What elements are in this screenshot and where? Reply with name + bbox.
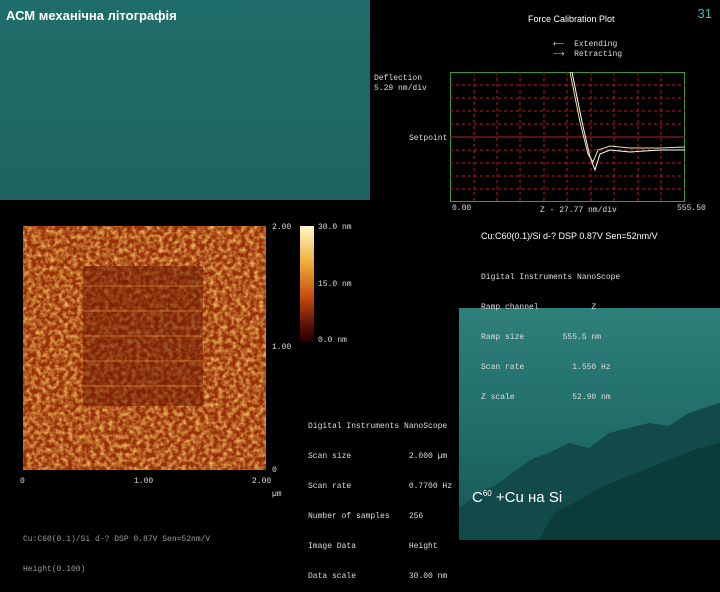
afm-y-tick-top: 2.00	[272, 223, 292, 232]
afm-x-tick-1: 1.00	[134, 477, 154, 486]
force-x-min: 0.00	[452, 204, 472, 213]
afm-caption: Cu:C60(0.1)/Si d-? DSP 0.87V Sen=52nm/V …	[23, 535, 211, 574]
force-plot-title: Force Calibration Plot	[528, 14, 615, 24]
legend-extending: ⟵ Extending	[553, 40, 618, 49]
setpoint-label: Setpoint	[409, 134, 448, 143]
afm-x-unit: µm	[272, 490, 282, 499]
y-label-scale: 5.29 nm/div	[374, 84, 427, 93]
sample-caption: C60 +Cu на Si	[472, 489, 563, 506]
colorbar-tick-top: 30.0 nm	[318, 223, 352, 232]
force-x-label: Z - 27.77 nm/div	[540, 206, 617, 215]
colorbar-tick-mid: 15.0 nm	[318, 280, 352, 289]
afm-y-tick-mid: 1.00	[272, 343, 292, 352]
force-plot-caption: Cu:C60(0.1)/Si d-? DSP 0.87V Sen=52nm/V	[481, 231, 658, 241]
force-x-max: 555.50	[677, 204, 706, 213]
y-label-deflection: Deflection	[374, 74, 423, 83]
force-plot-frame	[450, 72, 685, 202]
colorbar-tick-bottom: 0.0 nm	[318, 336, 347, 345]
teal-panel-top	[0, 0, 370, 200]
afm-x-tick-2: 2.00	[252, 477, 272, 486]
afm-info-block: Digital Instruments NanoScope Scan size …	[308, 422, 453, 581]
afm-y-tick-bottom: 0	[272, 466, 277, 475]
force-info-block: Digital Instruments NanoScope Ramp chann…	[481, 273, 621, 402]
afm-colorbar	[300, 226, 314, 342]
page-number: 31	[697, 6, 712, 21]
slide-title: АСМ механічна літографія	[6, 8, 177, 23]
afm-x-tick-0: 0	[20, 477, 25, 486]
afm-height-image	[23, 226, 266, 470]
legend-retracting: ⟶ Retracting	[553, 50, 623, 59]
